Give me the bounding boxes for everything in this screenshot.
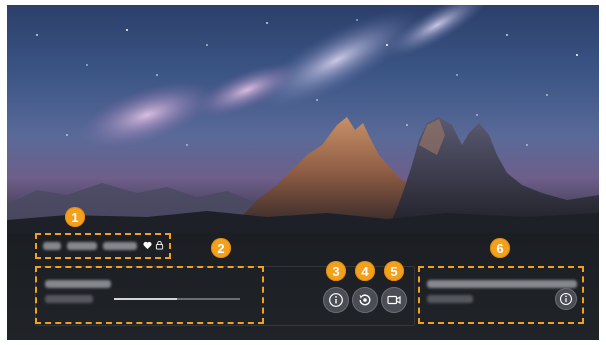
channel-info-text [103,242,137,250]
callout-badge-1: 1 [65,207,85,227]
channel-number-text [43,242,61,250]
screen-frame: 1 2 3 4 5 6 [7,5,599,340]
callout-badge-3: 3 [326,261,346,281]
program-time-text [45,295,93,303]
next-program-time-text [427,295,473,303]
record-button[interactable] [381,287,407,313]
next-program-title-text [427,280,577,288]
replay-icon [359,294,371,306]
lock-icon [155,240,164,250]
info-icon [559,292,573,306]
callout-badge-4: 4 [355,261,375,281]
heart-icon [143,241,152,250]
callout-badge-6: 6 [490,238,510,258]
progress-fill [114,298,177,300]
channel-name-text [67,242,97,250]
background-image [7,5,599,233]
next-program-info-button[interactable] [555,288,577,310]
callout-badge-5: 5 [384,261,404,281]
mountain-landscape [7,5,599,233]
program-progress-bar [114,298,240,300]
program-title-text [45,280,111,288]
info-button[interactable] [323,287,349,313]
info-icon [329,293,343,307]
replay-button[interactable] [352,287,378,313]
video-icon [387,295,401,305]
callout-badge-2: 2 [211,238,231,258]
